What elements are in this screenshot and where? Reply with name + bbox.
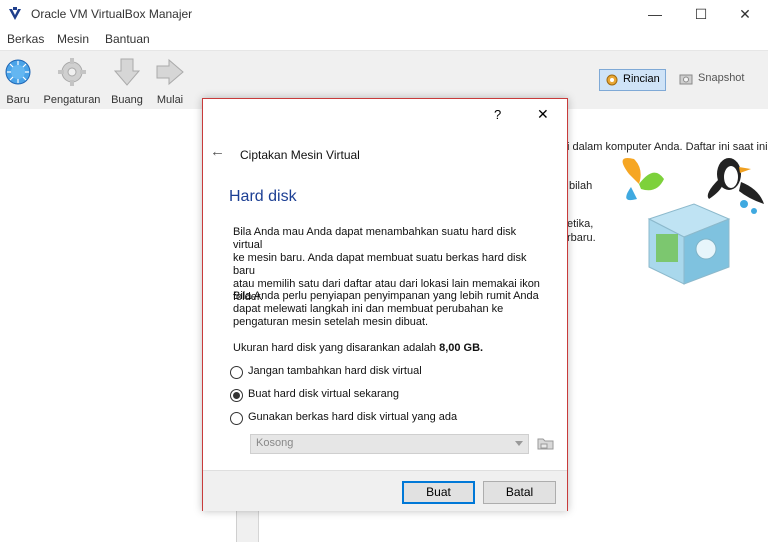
details-label: Rincian bbox=[623, 73, 660, 85]
choose-disk-folder-icon bbox=[537, 438, 554, 450]
gear-icon bbox=[58, 58, 86, 86]
close-button[interactable]: ✕ bbox=[722, 0, 768, 28]
window-titlebar: Oracle VM VirtualBox Manajer — ☐ ✕ bbox=[0, 0, 768, 28]
existing-disk-combobox: Kosong bbox=[250, 434, 529, 454]
dialog-titlebar: ? ✕ bbox=[203, 99, 567, 130]
radio-existing-disk-circle[interactable] bbox=[230, 412, 243, 425]
welcome-text-line2: bilah bbox=[569, 180, 593, 192]
discard-button: Buang bbox=[108, 55, 146, 107]
settings-label: Pengaturan bbox=[43, 94, 101, 106]
discard-arrow-icon bbox=[113, 58, 141, 86]
welcome-text-line3: etika, bbox=[567, 218, 594, 230]
virtualbox-logo-icon bbox=[9, 7, 21, 20]
menu-help[interactable]: Bantuan bbox=[105, 32, 150, 46]
minimize-button[interactable]: — bbox=[632, 0, 678, 28]
welcome-text-line4: rbaru. bbox=[567, 232, 596, 244]
chevron-down-icon bbox=[515, 441, 523, 446]
dialog-help-button[interactable]: ? bbox=[494, 107, 501, 122]
maximize-button[interactable]: ☐ bbox=[678, 0, 724, 28]
radio-existing-disk[interactable]: Gunakan berkas hard disk virtual yang ad… bbox=[230, 410, 470, 428]
discard-label: Buang bbox=[111, 94, 143, 106]
description-paragraph-2: Bila Anda perlu penyiapan penyimpanan ya… bbox=[233, 290, 539, 328]
snapshot-label: Snapshot bbox=[698, 72, 745, 84]
radio-no-disk-label: Jangan tambahkan hard disk virtual bbox=[248, 365, 422, 377]
new-button[interactable]: Baru bbox=[2, 55, 34, 107]
dialog-footer: Buat Batal bbox=[203, 470, 567, 511]
snapshot-button[interactable]: Snapshot bbox=[676, 69, 752, 89]
radio-create-disk-label: Buat hard disk virtual sekarang bbox=[248, 388, 400, 400]
radio-no-disk-circle[interactable] bbox=[230, 366, 243, 379]
cancel-button[interactable]: Batal bbox=[483, 481, 556, 504]
create-vm-dialog: ? ✕ ← Ciptakan Mesin Virtual Hard disk B… bbox=[202, 98, 568, 511]
minimize-icon: — bbox=[648, 6, 662, 22]
page-title: Hard disk bbox=[229, 188, 297, 205]
menu-bar: Berkas Mesin Bantuan bbox=[0, 28, 768, 50]
close-icon: ✕ bbox=[739, 6, 751, 22]
details-gear-icon bbox=[606, 74, 618, 86]
welcome-illustration-icon bbox=[622, 158, 764, 285]
recommended-size-text: Ukuran hard disk yang disarankan adalah … bbox=[233, 342, 484, 354]
start-arrow-icon bbox=[156, 58, 184, 86]
recommended-size-value: 8,00 GB. bbox=[439, 342, 484, 354]
radio-no-disk[interactable]: Jangan tambahkan hard disk virtual bbox=[230, 364, 430, 382]
combobox-value: Kosong bbox=[256, 437, 294, 449]
start-label: Mulai bbox=[156, 94, 184, 106]
new-label: Baru bbox=[6, 94, 30, 106]
menu-file[interactable]: Berkas bbox=[7, 32, 44, 46]
maximize-icon: ☐ bbox=[694, 6, 708, 22]
wizard-title: Ciptakan Mesin Virtual bbox=[240, 148, 360, 162]
radio-existing-disk-label: Gunakan berkas hard disk virtual yang ad… bbox=[248, 411, 458, 423]
dialog-body: ← Ciptakan Mesin Virtual Hard disk Bila … bbox=[203, 130, 567, 470]
dialog-close-button[interactable]: ✕ bbox=[537, 106, 549, 123]
start-button: Mulai bbox=[151, 55, 189, 107]
create-button[interactable]: Buat bbox=[402, 481, 475, 504]
radio-create-disk-circle[interactable] bbox=[230, 389, 243, 402]
new-machine-icon bbox=[5, 59, 31, 85]
radio-create-disk[interactable]: Buat hard disk virtual sekarang bbox=[230, 387, 430, 405]
back-arrow-icon[interactable]: ← bbox=[210, 143, 225, 160]
settings-button: Pengaturan bbox=[42, 55, 102, 107]
menu-machine[interactable]: Mesin bbox=[57, 32, 89, 46]
details-button[interactable]: Rincian bbox=[599, 69, 666, 91]
camera-icon bbox=[679, 74, 693, 85]
window-title: Oracle VM VirtualBox Manajer bbox=[31, 7, 193, 21]
